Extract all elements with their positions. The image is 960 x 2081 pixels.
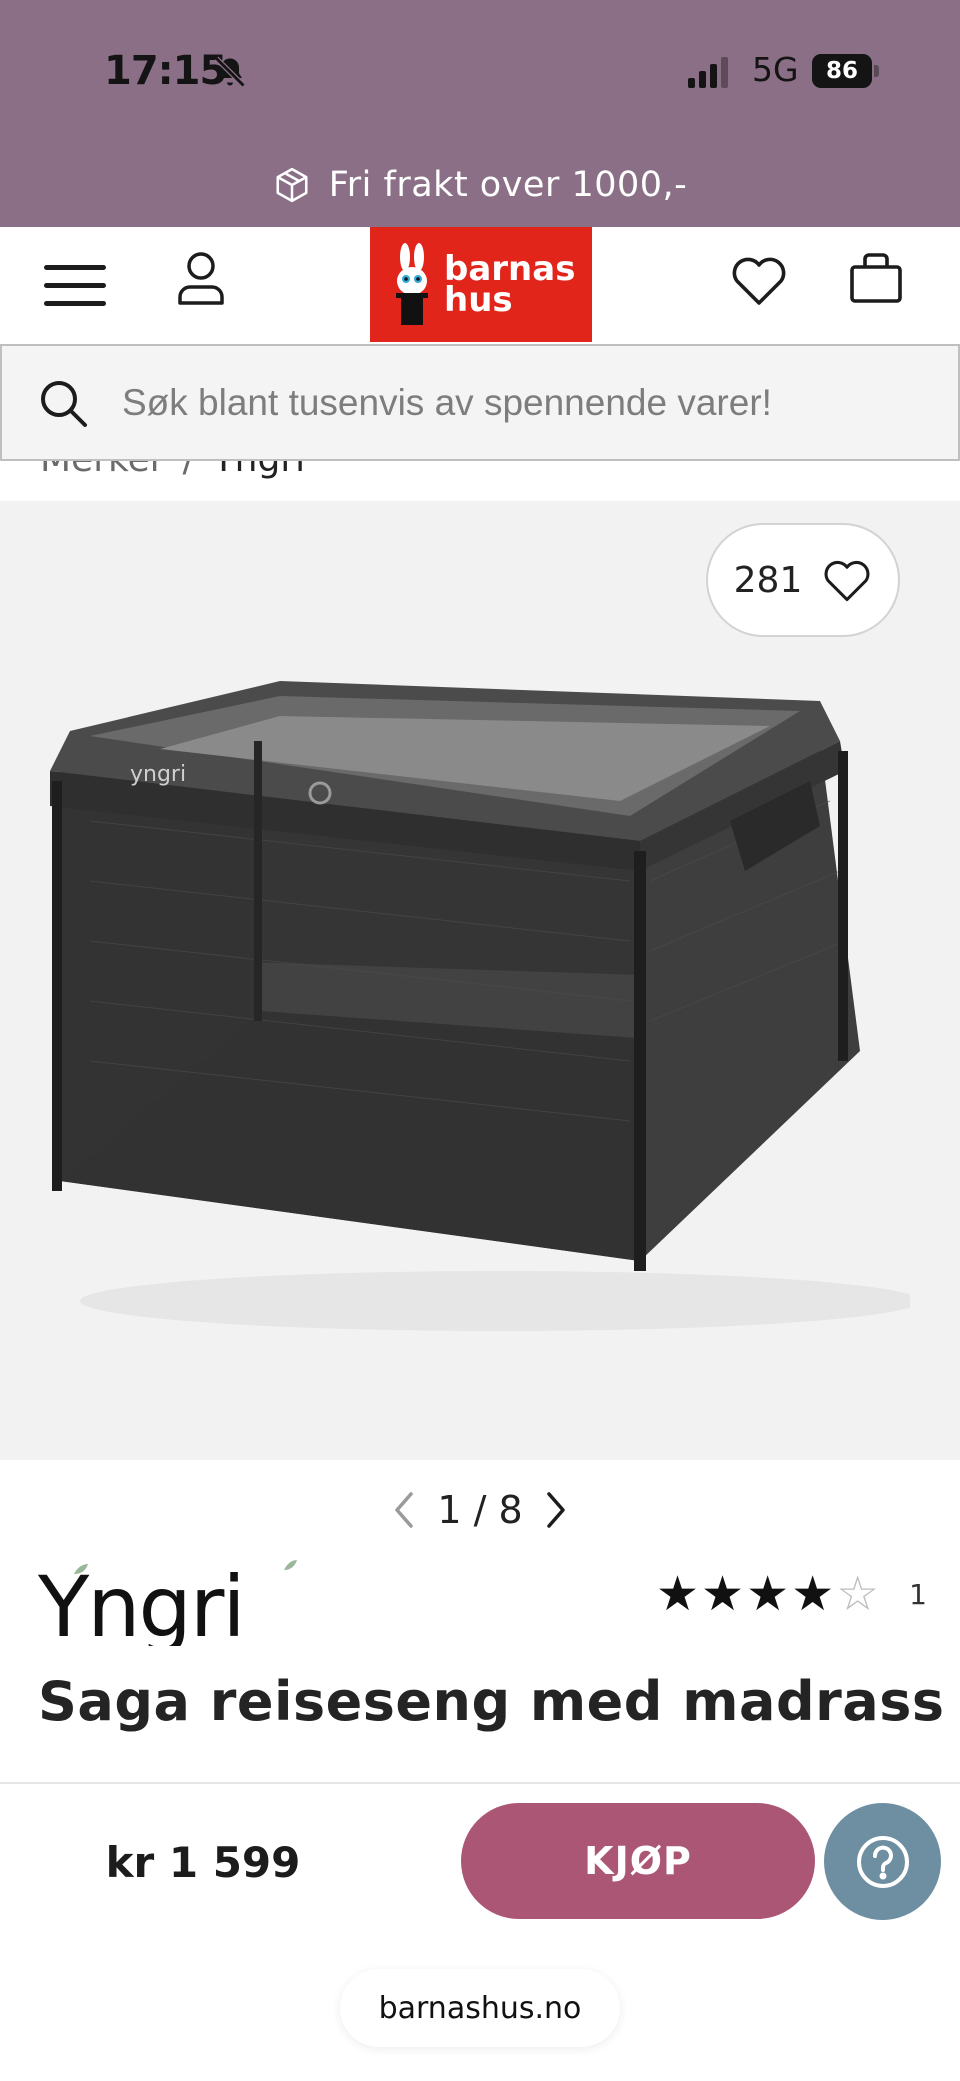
menu-icon[interactable] xyxy=(42,261,108,311)
search-input[interactable] xyxy=(122,381,902,424)
image-pager: 1 / 8 xyxy=(380,1482,580,1538)
filled-stars: ★★★★ xyxy=(656,1566,837,1622)
browser-url-bar[interactable]: barnashus.no xyxy=(340,1969,620,2047)
status-time: 17:15 xyxy=(104,48,227,94)
shopping-bag-icon[interactable] xyxy=(848,249,904,305)
site-header: barnas hus xyxy=(0,227,960,342)
breadcrumb-clip: Merker / Yngri xyxy=(0,461,960,501)
breadcrumb-separator: / xyxy=(183,461,195,480)
breadcrumb: Merker / Yngri xyxy=(40,461,305,480)
help-button[interactable] xyxy=(824,1803,941,1920)
package-icon xyxy=(276,167,308,203)
rating-count: 1 xyxy=(909,1577,927,1611)
chevron-right-icon[interactable] xyxy=(543,1490,569,1530)
top-band: 17:15 5G 86 Fri frakt over 1000,- xyxy=(0,0,960,227)
breadcrumb-item-current[interactable]: Yngri xyxy=(213,461,305,480)
favorite-count-button[interactable]: 281 xyxy=(706,523,900,637)
search-bar[interactable] xyxy=(0,344,960,461)
product-price: kr 1 599 xyxy=(105,1837,301,1887)
rating-stars: ★★★★☆ xyxy=(656,1566,881,1622)
bunny-hat-icon xyxy=(396,242,428,325)
logo-line2: hus xyxy=(444,279,513,320)
svg-text:yngri: yngri xyxy=(130,762,186,787)
pager-text: 1 / 8 xyxy=(437,1488,523,1532)
product-title: Saga reiseseng med madrass xyxy=(38,1670,945,1733)
battery-nub xyxy=(874,65,879,77)
promo-banner[interactable]: Fri frakt over 1000,- xyxy=(0,158,960,212)
divider xyxy=(0,1782,960,1784)
battery-icon: 86 xyxy=(812,54,880,88)
brand-logo-text: Yngri xyxy=(38,1558,244,1646)
heart-icon[interactable] xyxy=(730,251,788,307)
brand-logo[interactable]: Yngri xyxy=(38,1556,302,1646)
logo-text: barnas hus xyxy=(444,252,575,320)
network-type: 5G xyxy=(752,50,799,89)
product-rating[interactable]: ★★★★☆ 1 xyxy=(656,1566,927,1622)
bell-off-icon xyxy=(214,56,246,88)
heart-icon xyxy=(824,560,870,602)
breadcrumb-item-merker[interactable]: Merker xyxy=(40,461,165,480)
site-logo[interactable]: barnas hus xyxy=(370,227,592,342)
product-image[interactable]: yngri xyxy=(30,621,910,1341)
search-icon xyxy=(41,380,87,427)
product-gallery[interactable]: yngri 281 xyxy=(0,501,960,1460)
buy-button[interactable]: KJØP xyxy=(461,1803,815,1919)
battery-level: 86 xyxy=(812,54,872,88)
user-icon[interactable] xyxy=(176,251,226,305)
empty-star: ☆ xyxy=(836,1566,882,1622)
favorite-count: 281 xyxy=(733,559,803,601)
signal-icon xyxy=(688,57,728,88)
chevron-left-icon[interactable] xyxy=(391,1490,417,1530)
help-icon xyxy=(856,1835,909,1888)
promo-text: Fri frakt over 1000,- xyxy=(328,165,688,205)
